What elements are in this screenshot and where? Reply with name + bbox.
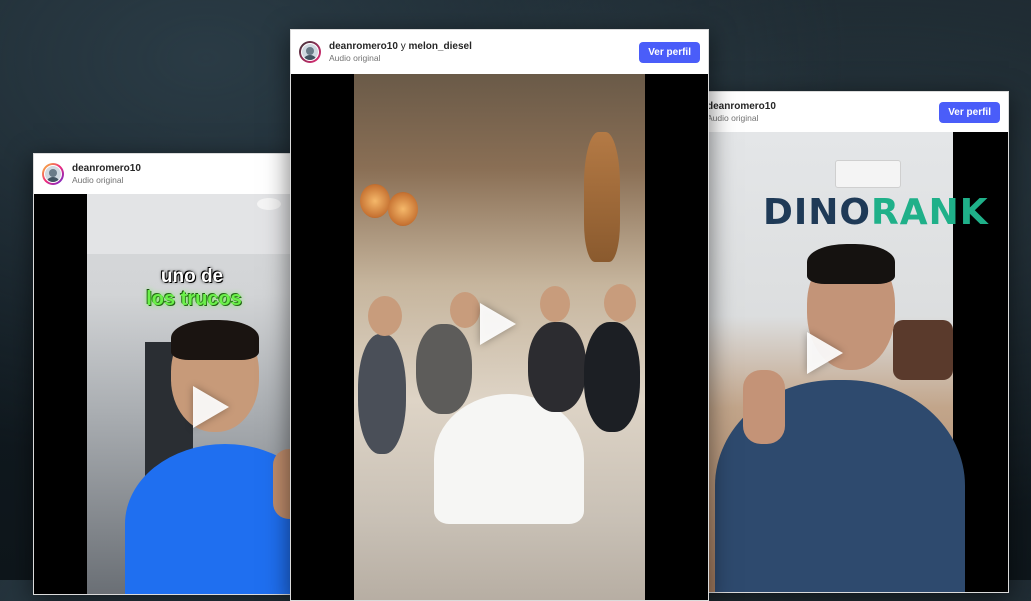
video-player[interactable]: uno de los trucos [34,194,296,594]
view-profile-button[interactable]: Ver perfil [639,42,700,63]
card-header: deanromero10 Audio original [34,154,296,194]
video-frame: DINORANK [707,132,988,592]
avatar[interactable] [299,41,321,63]
username-line: deanromero10 y melon_diesel [329,41,472,53]
video-caption-line2: los trucos [146,288,242,310]
brand-logo: DINORANK [763,192,989,233]
avatar[interactable] [42,163,64,185]
reel-card-center[interactable]: deanromero10 y melon_diesel Audio origin… [290,29,709,601]
reel-card-right[interactable]: deanromero10 Audio original Ver perfil D… [700,91,1009,593]
reel-card-left[interactable]: deanromero10 Audio original uno de los t… [33,153,297,595]
video-frame: uno de los trucos [87,194,296,594]
video-caption-line1: uno de [160,266,224,287]
audio-label[interactable]: Audio original [72,175,141,185]
play-icon[interactable] [480,303,516,345]
username[interactable]: deanromero10 [329,41,398,52]
username[interactable]: deanromero10 [72,163,141,175]
connector-text: y [400,40,406,52]
card-header: deanromero10 Audio original Ver perfil [701,92,1008,132]
view-profile-button[interactable]: Ver perfil [939,102,1000,123]
video-player[interactable]: DINORANK [701,132,1008,592]
username[interactable]: deanromero10 [707,101,776,113]
video-frame [354,74,645,600]
card-header: deanromero10 y melon_diesel Audio origin… [291,30,708,74]
play-icon[interactable] [807,332,843,374]
video-player[interactable] [291,74,708,600]
dinner-table [434,394,584,524]
audio-label[interactable]: Audio original [707,113,776,123]
play-icon[interactable] [193,386,229,428]
coauthor-username[interactable]: melon_diesel [408,41,471,52]
audio-label[interactable]: Audio original [329,53,472,63]
